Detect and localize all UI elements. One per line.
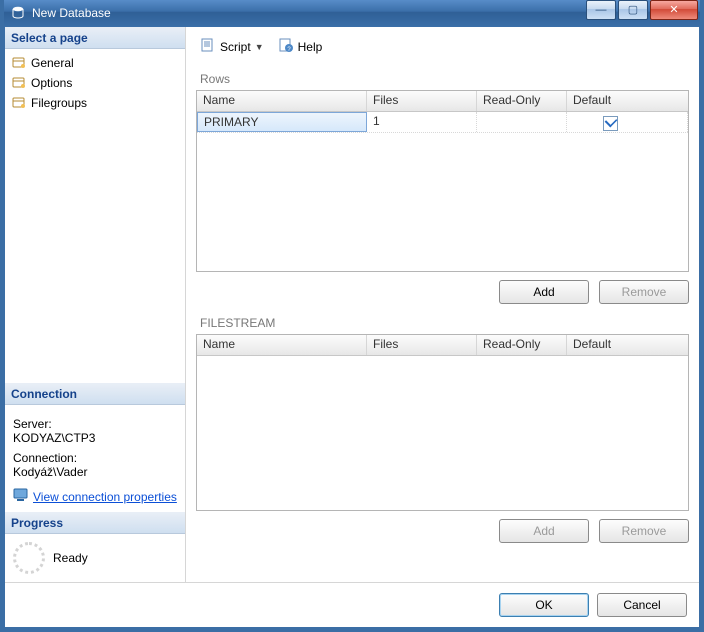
rows-add-button[interactable]: Add bbox=[499, 280, 589, 304]
close-button[interactable]: ✕ bbox=[650, 0, 698, 20]
col-name[interactable]: Name bbox=[197, 91, 367, 111]
col-files[interactable]: Files bbox=[367, 91, 477, 111]
toolbar: Script ▼ ? Help bbox=[196, 27, 689, 68]
monitor-icon bbox=[13, 487, 29, 506]
titlebar[interactable]: New Database — ▢ ✕ bbox=[4, 0, 700, 27]
help-button[interactable]: ? Help bbox=[274, 35, 327, 58]
cell-name[interactable]: PRIMARY bbox=[197, 112, 367, 132]
connection-label: Connection: bbox=[13, 451, 177, 465]
help-icon: ? bbox=[278, 37, 294, 56]
dialog-window: New Database — ▢ ✕ Select a page General bbox=[4, 0, 700, 628]
window-title: New Database bbox=[32, 6, 584, 20]
col-default[interactable]: Default bbox=[567, 335, 688, 355]
connection-header: Connection bbox=[5, 383, 185, 405]
script-button[interactable]: Script ▼ bbox=[196, 35, 268, 58]
col-default[interactable]: Default bbox=[567, 91, 688, 111]
ok-button[interactable]: OK bbox=[499, 593, 589, 617]
connection-value: Kodyáž\Vader bbox=[13, 465, 177, 479]
script-icon bbox=[200, 37, 216, 56]
maximize-button[interactable]: ▢ bbox=[618, 0, 648, 20]
col-readonly[interactable]: Read-Only bbox=[477, 91, 567, 111]
minimize-button[interactable]: — bbox=[586, 0, 616, 20]
view-connection-properties-link[interactable]: View connection properties bbox=[33, 490, 177, 504]
cell-readonly[interactable] bbox=[477, 112, 567, 132]
help-label: Help bbox=[298, 40, 323, 54]
server-value: KODYAZ\CTP3 bbox=[13, 431, 177, 445]
rows-remove-button[interactable]: Remove bbox=[599, 280, 689, 304]
right-pane: Script ▼ ? Help Rows Name Files Read-Onl… bbox=[186, 27, 699, 582]
left-pane: Select a page General Options bbox=[5, 27, 186, 582]
col-name[interactable]: Name bbox=[197, 335, 367, 355]
page-icon bbox=[11, 55, 27, 71]
chevron-down-icon: ▼ bbox=[255, 42, 264, 52]
page-options[interactable]: Options bbox=[9, 73, 181, 93]
cell-files[interactable]: 1 bbox=[367, 112, 477, 132]
progress-status: Ready bbox=[53, 551, 88, 565]
script-label: Script bbox=[220, 40, 251, 54]
page-general[interactable]: General bbox=[9, 53, 181, 73]
cell-default[interactable] bbox=[567, 112, 688, 132]
dialog-footer: OK Cancel bbox=[5, 582, 699, 627]
page-label: General bbox=[31, 56, 74, 70]
progress-header: Progress bbox=[5, 512, 185, 534]
progress-spinner-icon bbox=[13, 542, 45, 574]
rows-section-label: Rows bbox=[196, 68, 689, 90]
page-label: Options bbox=[31, 76, 72, 90]
filestream-add-button[interactable]: Add bbox=[499, 519, 589, 543]
page-icon bbox=[11, 75, 27, 91]
database-icon bbox=[10, 5, 26, 21]
filestream-section-label: FILESTREAM bbox=[196, 312, 689, 334]
page-icon bbox=[11, 95, 27, 111]
filestream-grid[interactable]: Name Files Read-Only Default bbox=[196, 334, 689, 511]
cancel-button[interactable]: Cancel bbox=[597, 593, 687, 617]
filestream-remove-button[interactable]: Remove bbox=[599, 519, 689, 543]
page-filegroups[interactable]: Filegroups bbox=[9, 93, 181, 113]
page-label: Filegroups bbox=[31, 96, 87, 110]
server-label: Server: bbox=[13, 417, 177, 431]
select-page-header: Select a page bbox=[5, 27, 185, 49]
rows-grid[interactable]: Name Files Read-Only Default PRIMARY 1 bbox=[196, 90, 689, 272]
col-files[interactable]: Files bbox=[367, 335, 477, 355]
rows-grid-row[interactable]: PRIMARY 1 bbox=[197, 112, 688, 133]
col-readonly[interactable]: Read-Only bbox=[477, 335, 567, 355]
default-checkbox[interactable] bbox=[603, 116, 618, 131]
